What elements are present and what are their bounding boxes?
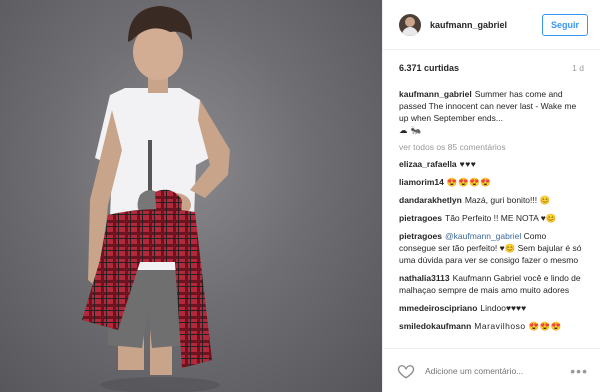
comment-text: Tão Perfeito !! ME NOTA ♥😊 bbox=[445, 213, 557, 223]
comment-username[interactable]: nathalia3113 bbox=[399, 273, 450, 283]
avatar[interactable] bbox=[399, 13, 421, 36]
comment-item: pietragoes Tão Perfeito !! ME NOTA ♥😊 bbox=[399, 212, 584, 224]
post-photo[interactable] bbox=[0, 0, 382, 392]
comment-text: Maravilhoso 😍😍😍 bbox=[474, 321, 562, 331]
comment-item: elizaa_rafaella ♥♥♥ bbox=[399, 158, 584, 170]
comment-item: dandarakhetlyn Mazá, guri bonito!!! 😊 bbox=[399, 194, 584, 206]
comment-username[interactable]: mmedeiroscipriano bbox=[399, 303, 477, 313]
comment-username[interactable]: pietragoes bbox=[399, 231, 442, 241]
post-actions: ••• bbox=[383, 348, 600, 392]
comment-username[interactable]: pietragoes bbox=[399, 213, 442, 223]
comment-item: smiledokaufmann Maravilhoso 😍😍😍 bbox=[399, 320, 584, 332]
caption: kaufmann_gabriel Summer has come and pass… bbox=[399, 88, 584, 136]
likes-count[interactable]: 6.371 curtidas bbox=[399, 63, 459, 73]
comment-text: ♥♥♥ bbox=[459, 159, 477, 169]
comment-item: mmedeiroscipriano Lindoo♥♥♥♥ bbox=[399, 302, 584, 314]
post-time[interactable]: 1 d bbox=[572, 63, 584, 73]
caption-emoji: ☁ 🐜 bbox=[399, 125, 422, 135]
comment-username[interactable]: liamorim14 bbox=[399, 177, 444, 187]
caption-username[interactable]: kaufmann_gabriel bbox=[399, 89, 472, 99]
comment-text: Lindoo♥♥♥♥ bbox=[480, 303, 527, 313]
follow-button[interactable]: Seguir bbox=[541, 13, 588, 36]
header-username[interactable]: kaufmann_gabriel bbox=[430, 20, 542, 30]
post-stats: 6.371 curtidas 1 d bbox=[383, 50, 600, 86]
comment-text: 😍😍😍😍 bbox=[446, 177, 492, 187]
heart-icon[interactable] bbox=[397, 362, 415, 380]
add-comment-input[interactable] bbox=[425, 365, 571, 376]
comments-list[interactable]: kaufmann_gabriel Summer has come and pass… bbox=[383, 86, 600, 348]
instagram-post: kaufmann_gabriel Seguir 6.371 curtidas 1… bbox=[0, 0, 600, 392]
comment-username[interactable]: smiledokaufmann bbox=[399, 321, 471, 331]
view-all-comments-link[interactable]: ver todos os 85 comentários bbox=[399, 142, 584, 152]
comment-username[interactable]: elizaa_rafaella bbox=[399, 159, 457, 169]
comment-item: liamorim14 😍😍😍😍 bbox=[399, 176, 584, 188]
photo-illustration bbox=[82, 6, 230, 392]
comment-mention[interactable]: @kaufmann_gabriel bbox=[445, 231, 521, 241]
comment-text: Mazá, guri bonito!!! 😊 bbox=[464, 195, 551, 205]
more-options-button[interactable]: ••• bbox=[570, 363, 588, 379]
post-details-panel: kaufmann_gabriel Seguir 6.371 curtidas 1… bbox=[382, 0, 600, 392]
comment-item: pietragoes @kaufmann_gabriel Como consegu… bbox=[399, 230, 584, 266]
post-header: kaufmann_gabriel Seguir bbox=[383, 0, 600, 50]
comment-username[interactable]: dandarakhetlyn bbox=[399, 195, 462, 205]
comment-item: nathalia3113 Kaufmann Gabriel você e lind… bbox=[399, 272, 584, 296]
